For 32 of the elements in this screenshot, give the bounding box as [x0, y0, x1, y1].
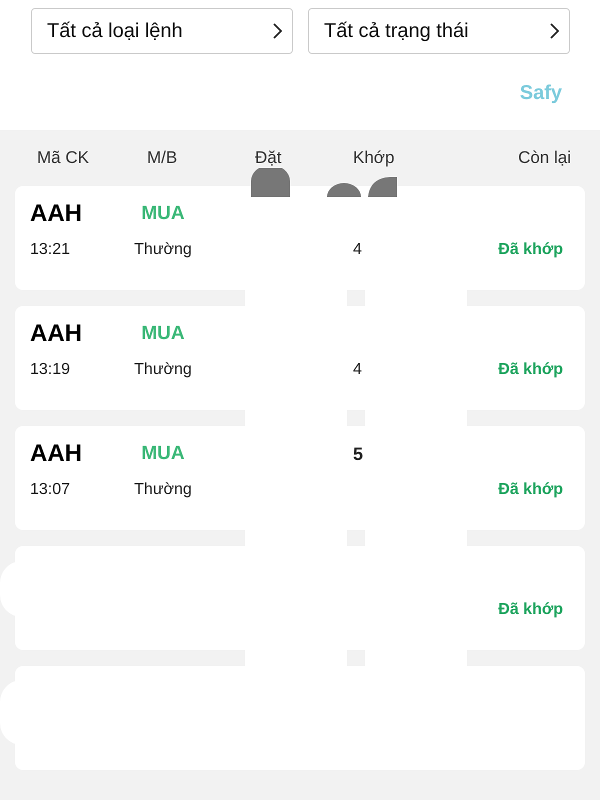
- brand-label: Safy: [520, 82, 562, 104]
- order-time: 13:19: [30, 360, 70, 380]
- order-status: Đã khớp: [498, 480, 563, 500]
- column-header: Khớp: [353, 148, 394, 168]
- chevron-right-icon: [273, 23, 282, 39]
- redaction-blob-icon: [368, 177, 397, 197]
- column-header: Còn lại: [518, 148, 571, 168]
- redaction-blob-icon: [251, 168, 290, 197]
- filter-dropdown[interactable]: Tất cả trạng thái: [308, 8, 570, 54]
- column-header: M/B: [147, 148, 178, 168]
- stock-symbol: AAH: [30, 441, 82, 467]
- stock-symbol: AAH: [30, 201, 82, 227]
- order-side: MUA: [141, 443, 185, 465]
- matched-value: 5: [353, 443, 364, 465]
- order-side: MUA: [141, 203, 185, 225]
- order-status: Đã khớp: [498, 360, 563, 380]
- chevron-right-icon: [550, 23, 559, 39]
- order-status: Đã khớp: [498, 240, 563, 260]
- order-time: 13:07: [30, 480, 70, 500]
- stock-symbol: AAH: [30, 321, 82, 347]
- column-header: Đặt: [255, 148, 282, 168]
- matched-value: 4: [353, 360, 362, 380]
- matched-value: 4: [353, 240, 362, 260]
- order-time: 13:21: [30, 240, 70, 260]
- order-status: Đã khớp: [498, 600, 563, 620]
- order-type: Thường: [134, 240, 192, 260]
- column-header: Mã CK: [37, 148, 89, 168]
- redaction-blob-icon: [327, 183, 361, 197]
- order-side: MUA: [141, 323, 185, 345]
- filter-dropdown[interactable]: Tất cả loại lệnh: [31, 8, 293, 54]
- order-type: Thường: [134, 480, 192, 500]
- order-type: Thường: [134, 360, 192, 380]
